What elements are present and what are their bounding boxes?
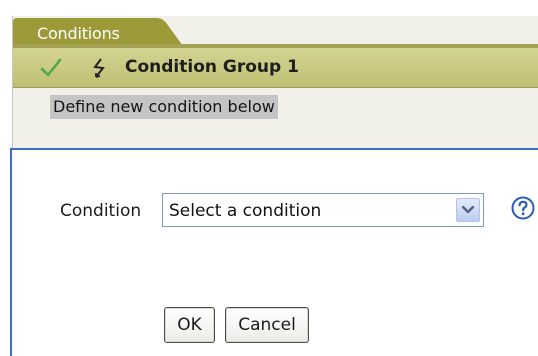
ok-button[interactable]: OK xyxy=(164,307,215,343)
tab-conditions[interactable]: Conditions xyxy=(13,18,188,46)
help-icon[interactable] xyxy=(511,196,535,220)
condition-label: Condition xyxy=(60,201,142,221)
chevron-down-icon xyxy=(462,206,474,214)
condition-select[interactable]: Select a condition xyxy=(162,193,484,227)
tab-strip: Conditions xyxy=(13,16,538,48)
define-new-condition-label: Define new condition below xyxy=(50,95,278,119)
condition-editor-panel: Condition Select a condition OK Cancel xyxy=(10,148,538,356)
condition-group-title: Condition Group 1 xyxy=(125,57,299,77)
condition-group-header[interactable]: Condition Group 1 xyxy=(13,48,538,88)
lightning-icon xyxy=(89,57,111,79)
condition-select-value: Select a condition xyxy=(169,201,322,221)
tab-conditions-label: Conditions xyxy=(37,24,120,43)
cancel-button[interactable]: Cancel xyxy=(225,307,309,343)
define-row: Define new condition below xyxy=(13,88,538,126)
check-icon xyxy=(40,58,62,78)
condition-select-dropdown-button[interactable] xyxy=(456,198,480,222)
